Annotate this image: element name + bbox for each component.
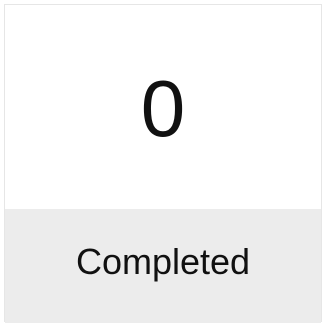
stat-value-area: 0 [5, 5, 321, 209]
stat-label: Completed [75, 241, 251, 282]
stat-card: 0 Completed [4, 4, 322, 323]
stat-label-area: Completed [5, 209, 321, 323]
stat-value: 0 [140, 64, 186, 153]
